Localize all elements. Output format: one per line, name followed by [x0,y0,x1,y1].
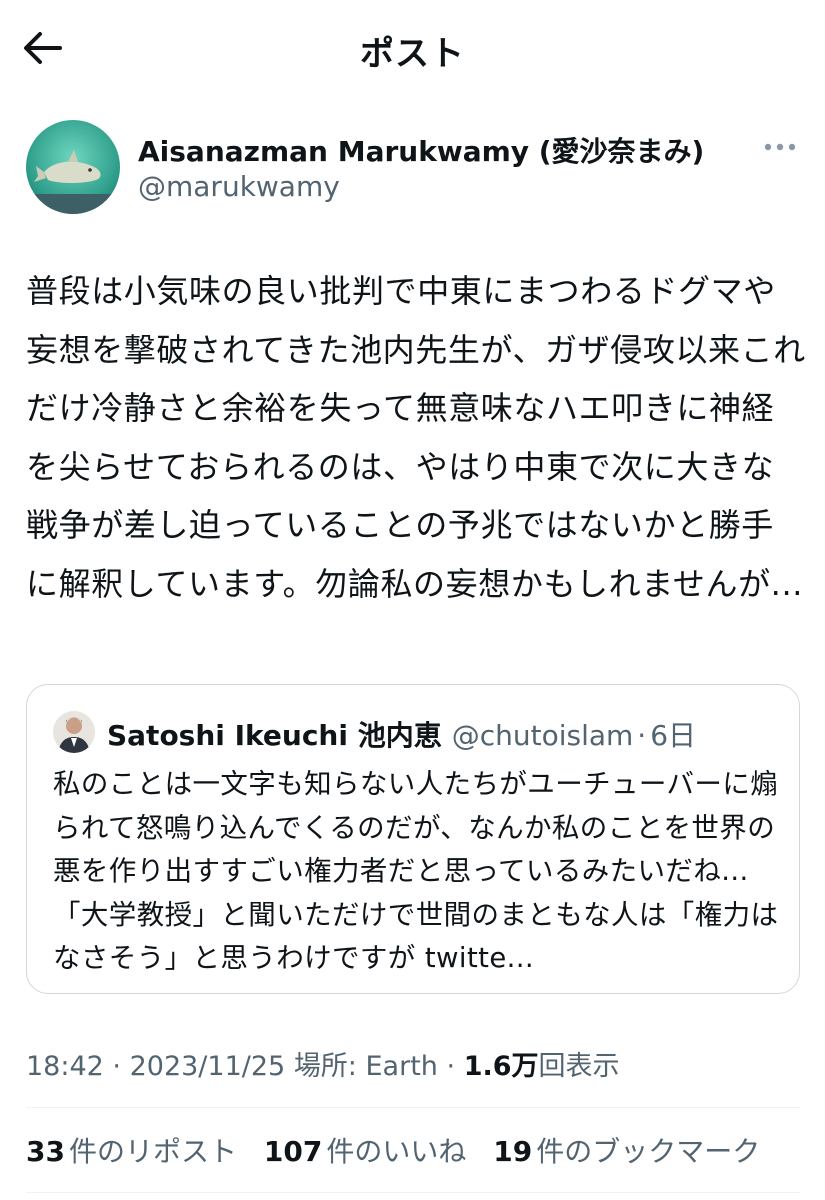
likes-stat[interactable]: 107 件のいいね [264,1130,466,1170]
post-meta: 18:42 · 2023/11/25 場所: Earth · 1.6万回表示 [26,1044,620,1083]
reposts-label: 件のリポスト [68,1135,237,1168]
quote-author-handle: @chutoislam [451,719,634,752]
quote-timestamp: 6日 [650,719,697,752]
orca-avatar [26,120,120,214]
post-time: 18:42 [26,1051,104,1082]
tweet-detail-page: ポスト Aisanazman Marukwamy (愛沙奈まみ) @marukw… [0,0,825,1200]
post-text: 普段は小気味の良い批判で中東にまつわるドグマや妄想を撃破されてきた池内先生が、ガ… [26,272,806,603]
bookmarks-count: 19 [493,1135,533,1168]
author-name[interactable]: Aisanazman Marukwamy (愛沙奈まみ) [138,130,704,170]
meta-separator: · [446,1051,456,1082]
quote-header: Satoshi Ikeuchi 池内恵 @chutoislam · 6日 [107,714,696,754]
likes-label: 件のいいね [326,1135,467,1168]
more-button[interactable] [760,132,800,162]
likes-count: 107 [263,1135,323,1168]
engagement-stats: 33 件のリポスト 107 件のいいね 19 件のブックマーク [26,1130,778,1170]
divider [26,1107,800,1108]
header: ポスト [0,0,825,96]
divider [26,1192,800,1193]
page-title: ポスト [360,34,465,74]
person-avatar-icon [53,711,95,753]
bookmarks-label: 件のブックマーク [536,1135,761,1168]
meta-separator: · [112,1051,121,1082]
reposts-stat[interactable]: 33 件のリポスト [26,1130,237,1170]
quote-text: 私のことは一文字も知らない人たちがユーチューバーに煽られて怒鳴り込んでくるのだが… [53,768,779,974]
more-horizontal-icon [764,143,796,151]
author-handle[interactable]: @marukwamy [138,170,340,203]
quote-author-name: Satoshi Ikeuchi 池内恵 [107,719,442,752]
post-date: 2023/11/25 [129,1051,286,1082]
views-count: 1.6万 [463,1051,539,1082]
post-location: 場所: Earth [293,1051,438,1082]
bookmarks-stat[interactable]: 19 件のブックマーク [493,1130,760,1170]
views-label: 回表示 [538,1051,620,1082]
quoted-tweet[interactable]: Satoshi Ikeuchi 池内恵 @chutoislam · 6日 私のことは一… [26,684,800,994]
quote-separator: · [637,719,647,752]
reposts-count: 33 [26,1135,65,1168]
quote-avatar [53,711,95,753]
author-avatar[interactable] [26,120,120,214]
